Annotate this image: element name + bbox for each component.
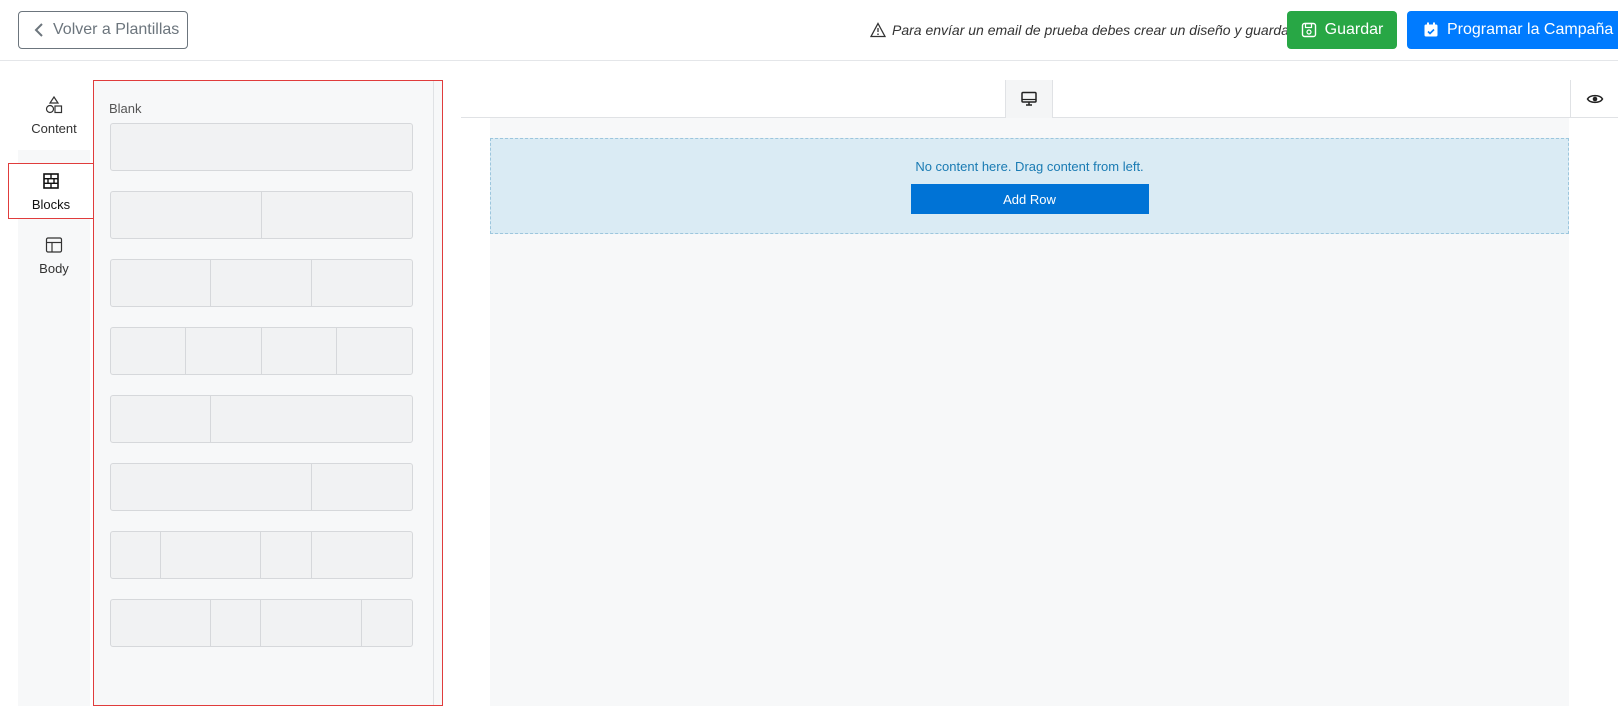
editor-tabs: Content Blocks Body [8, 80, 94, 706]
blank-block-column [362, 600, 412, 646]
blocks-list: Blank [94, 81, 434, 705]
shapes-icon [45, 95, 63, 113]
blank-block-column [211, 396, 412, 442]
blank-block-column [312, 464, 412, 510]
test-email-notice: Para envíar un email de prueba debes cre… [870, 20, 1297, 40]
blank-block-column [312, 260, 412, 306]
empty-dropzone[interactable]: No content here. Drag content from left.… [490, 138, 1569, 234]
floppy-disk-icon [1301, 22, 1316, 38]
canvas-toolbar [461, 80, 1618, 118]
tab-body[interactable]: Body [18, 220, 90, 290]
blank-block-column [211, 260, 312, 306]
blank-block-column [262, 192, 413, 238]
warning-icon [870, 22, 886, 38]
blank-block-row[interactable] [110, 191, 413, 239]
tab-blocks-label: Blocks [31, 196, 71, 212]
blank-section-label: Blank [109, 101, 142, 116]
blank-block-column [261, 600, 362, 646]
blank-block-column [211, 600, 262, 646]
blank-block-column [262, 328, 337, 374]
blank-block-column [111, 124, 412, 170]
blank-block-row[interactable] [110, 531, 413, 579]
blocks-panel: Blank [93, 80, 443, 706]
layout-icon [45, 236, 63, 253]
blank-block-row[interactable] [110, 395, 413, 443]
save-button-label: Guardar [1324, 21, 1384, 38]
blank-block-column [111, 328, 187, 374]
back-to-templates-button[interactable]: Volver a Plantillas [18, 11, 188, 49]
top-bar: Volver a Plantillas Para envíar un email… [0, 0, 1618, 61]
back-button-label: Volver a Plantillas [53, 21, 180, 38]
blank-block-column [312, 532, 412, 578]
blank-block-column [111, 396, 212, 442]
email-editor: Content Blocks Body Blank No content her… [8, 80, 1618, 706]
blank-block-column [111, 532, 162, 578]
blank-block-column [186, 328, 262, 374]
empty-message: No content here. Drag content from left. [915, 159, 1144, 174]
blank-block-row[interactable] [110, 599, 413, 647]
blank-block-row[interactable] [110, 327, 413, 375]
add-row-button[interactable]: Add Row [910, 184, 1149, 214]
tab-content-label: Content [31, 120, 77, 136]
save-button[interactable]: Guardar [1287, 11, 1397, 49]
preview-button[interactable] [1570, 80, 1618, 118]
blank-block-column [337, 328, 412, 374]
tab-body-label: Body [39, 260, 69, 276]
desktop-view-button[interactable] [1005, 80, 1053, 118]
canvas-area: No content here. Drag content from left.… [461, 80, 1618, 706]
email-body: No content here. Drag content from left.… [490, 118, 1569, 706]
blank-block-column [161, 532, 262, 578]
blank-block-column [261, 532, 312, 578]
blank-block-column [111, 192, 262, 238]
blank-block-row[interactable] [110, 259, 413, 307]
blank-block-column [111, 600, 212, 646]
schedule-campaign-button[interactable]: Programar la Campaña [1407, 11, 1618, 49]
calendar-check-icon [1424, 22, 1438, 37]
bricks-icon [43, 172, 59, 189]
tab-blocks[interactable]: Blocks [8, 163, 94, 219]
tab-content[interactable]: Content [18, 80, 90, 150]
chevron-left-icon [34, 23, 43, 37]
blank-block-row[interactable] [110, 463, 413, 511]
blank-block-row[interactable] [110, 123, 413, 171]
desktop-icon [1021, 91, 1037, 106]
eye-icon [1586, 94, 1603, 104]
blank-block-column [111, 464, 312, 510]
schedule-button-label: Programar la Campaña [1447, 21, 1614, 38]
blank-block-column [111, 260, 212, 306]
notice-text: Para envíar un email de prueba debes cre… [892, 22, 1297, 38]
